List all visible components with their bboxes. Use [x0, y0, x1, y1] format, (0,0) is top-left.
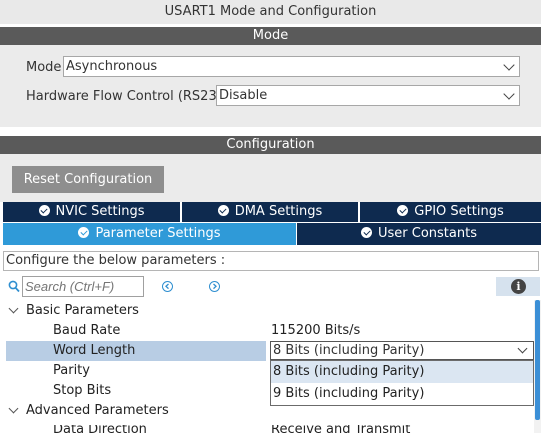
flow-control-select[interactable]: Disable — [216, 85, 520, 106]
stop-bits-label: Stop Bits — [53, 383, 112, 398]
flow-control-select-value: Disable — [219, 88, 268, 103]
parity-label: Parity — [53, 363, 90, 378]
check-circle-icon — [217, 205, 229, 216]
check-circle-icon — [361, 227, 372, 238]
data-direction-value[interactable]: Receive and Transmit — [271, 425, 410, 433]
word-length-row-highlight — [6, 341, 266, 361]
mode-select[interactable]: Asynchronous — [63, 56, 520, 77]
expand-advanced-caret-icon[interactable] — [8, 403, 19, 414]
mode-section-header: Mode — [0, 27, 541, 45]
configure-instructions: Configure the below parameters : — [3, 251, 539, 271]
chevron-down-icon — [517, 343, 528, 354]
dropdown-option-8-bits[interactable]: 8 Bits (including Parity) — [271, 361, 533, 383]
reset-configuration-button[interactable]: Reset Configuration — [12, 166, 164, 193]
dropdown-option-9-bits[interactable]: 9 Bits (including Parity) — [271, 383, 533, 405]
basic-parameters-group[interactable]: Basic Parameters — [26, 301, 139, 321]
search-input[interactable] — [22, 276, 144, 297]
tab-parameter-settings[interactable]: Parameter Settings — [3, 223, 296, 245]
chevron-down-icon — [503, 88, 515, 100]
advanced-parameters-group[interactable]: Advanced Parameters — [26, 401, 169, 421]
mode-select-value: Asynchronous — [66, 59, 158, 74]
word-length-dropdown-list: 8 Bits (including Parity) 9 Bits (includ… — [270, 360, 534, 406]
tab-nvic-label: NVIC Settings — [55, 204, 145, 219]
baud-rate-value[interactable]: 115200 Bits/s — [271, 321, 360, 341]
tab-dma-settings[interactable]: DMA Settings — [182, 202, 358, 222]
tab-user-constants-label: User Constants — [378, 226, 477, 241]
check-circle-icon — [78, 227, 90, 238]
search-next-button[interactable] — [209, 281, 220, 292]
tab-parameter-label: Parameter Settings — [95, 226, 221, 241]
scrollbar-track[interactable] — [534, 300, 541, 433]
info-button[interactable]: i — [496, 277, 540, 296]
chevron-left-icon — [165, 283, 169, 290]
word-length-label: Word Length — [53, 343, 136, 358]
expand-basic-caret-icon[interactable] — [8, 303, 19, 314]
check-circle-icon — [38, 205, 50, 216]
mode-label: Mode — [26, 60, 62, 75]
flow-control-label: Hardware Flow Control (RS232) — [26, 89, 231, 104]
configuration-section-header: Configuration — [0, 136, 541, 154]
check-circle-icon — [397, 205, 409, 216]
search-icon — [8, 280, 20, 293]
window-title: USART1 Mode and Configuration — [0, 0, 541, 24]
search-previous-button[interactable] — [162, 281, 173, 292]
info-icon: i — [511, 279, 526, 294]
scrollbar-thumb[interactable] — [535, 300, 540, 420]
tab-gpio-label: GPIO Settings — [414, 204, 504, 219]
tab-dma-label: DMA Settings — [234, 204, 323, 219]
word-length-select-value: 8 Bits (including Parity) — [273, 343, 425, 358]
chevron-down-icon — [503, 59, 515, 71]
tab-user-constants[interactable]: User Constants — [297, 223, 541, 245]
data-direction-label: Data Direction — [53, 425, 147, 433]
chevron-right-icon — [213, 283, 217, 290]
tab-nvic-settings[interactable]: NVIC Settings — [3, 202, 180, 222]
word-length-select[interactable]: 8 Bits (including Parity) — [270, 341, 534, 360]
tab-gpio-settings[interactable]: GPIO Settings — [360, 202, 541, 222]
baud-rate-label: Baud Rate — [53, 323, 121, 338]
data-direction-row-clip: Data Direction Receive and Transmit — [0, 425, 541, 433]
